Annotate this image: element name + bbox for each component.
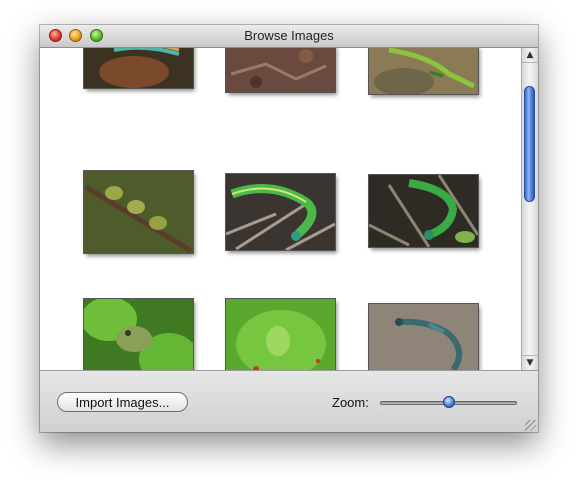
vertical-scrollbar[interactable]: ▲ ▼ bbox=[521, 48, 538, 370]
green-lizard-on-rock-photo[interactable] bbox=[368, 48, 479, 95]
green-lizard-in-leaves-photo[interactable] bbox=[368, 174, 479, 248]
title-bar[interactable]: Browse Images bbox=[40, 25, 538, 48]
zoom-slider-knob[interactable] bbox=[442, 396, 455, 408]
scroll-up-arrow-icon[interactable]: ▲ bbox=[522, 48, 538, 63]
green-lizard-on-twigs-photo[interactable] bbox=[225, 173, 336, 251]
scroll-down-arrow-icon[interactable]: ▼ bbox=[522, 355, 538, 370]
scrollbar-thumb[interactable] bbox=[524, 86, 535, 202]
ground-leaves-photo[interactable] bbox=[225, 48, 336, 93]
green-frog-on-leaf-photo[interactable] bbox=[225, 298, 336, 370]
window-title: Browse Images bbox=[244, 28, 334, 43]
frog-on-leaf-photo[interactable] bbox=[83, 298, 194, 370]
resize-grip-icon[interactable] bbox=[525, 420, 536, 431]
blue-lizard-on-sand-photo[interactable] bbox=[368, 303, 479, 370]
zoom-label: Zoom: bbox=[332, 395, 369, 410]
image-browser-view[interactable]: ▲ ▼ bbox=[40, 48, 538, 370]
bottom-toolbar: Import Images... Zoom: bbox=[40, 370, 538, 432]
import-images-button[interactable]: Import Images... bbox=[57, 392, 188, 412]
lizard-on-rock-photo[interactable] bbox=[83, 48, 194, 89]
tree-frogs-on-branch-photo[interactable] bbox=[83, 170, 194, 254]
browse-images-window: Browse Images ▲ ▼ Import Images... Zoom: bbox=[40, 25, 538, 432]
